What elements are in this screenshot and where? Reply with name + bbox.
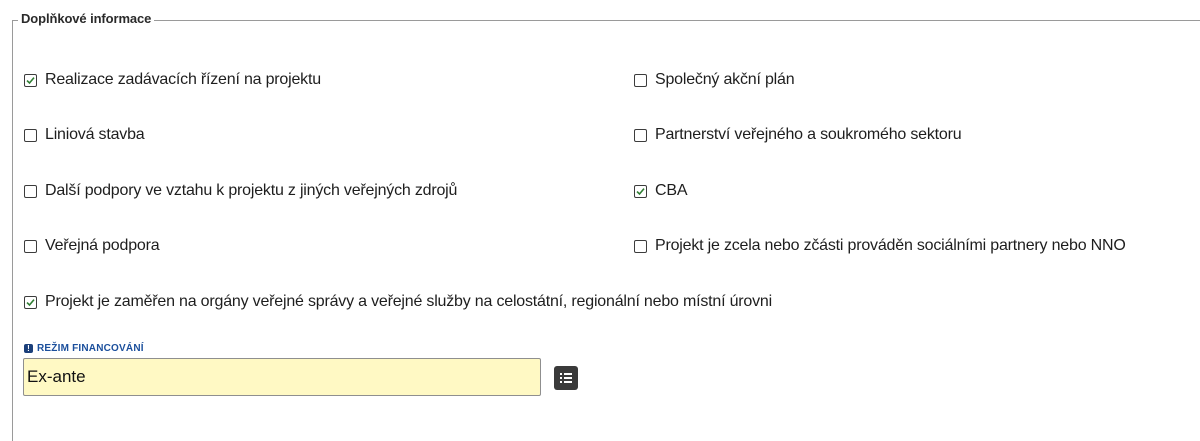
- checkbox-dalsi-podpory[interactable]: Další podpory ve vztahu k projektu z jin…: [24, 182, 457, 200]
- check-icon: [26, 76, 35, 84]
- checkbox-box[interactable]: [24, 128, 37, 142]
- checkbox-box[interactable]: [24, 295, 37, 309]
- checkbox-ppp[interactable]: Partnerství veřejného a soukromého sekto…: [634, 126, 962, 144]
- section-legend: Doplňkové informace: [18, 11, 155, 26]
- checkbox-box[interactable]: [24, 73, 37, 87]
- checkbox-label: Realizace zadávacích řízení na projektu: [45, 71, 321, 88]
- checkbox-label: Veřejná podpora: [45, 237, 160, 254]
- checkbox-box[interactable]: [634, 239, 647, 253]
- list-icon: [560, 373, 572, 383]
- checkbox-label: CBA: [655, 182, 688, 199]
- checkbox-verejna-podpora[interactable]: Veřejná podpora: [24, 237, 160, 255]
- checkbox-label: Společný akční plán: [655, 71, 795, 88]
- checkbox-label: Projekt je zaměřen na orgány veřejné spr…: [45, 293, 772, 310]
- checkbox-liniova-stavba[interactable]: Liniová stavba: [24, 126, 145, 144]
- checkbox-label: Projekt je zcela nebo zčásti prováděn so…: [655, 237, 1126, 254]
- check-icon: [26, 298, 35, 306]
- financing-mode-field[interactable]: Ex-ante: [23, 358, 541, 396]
- checkbox-box[interactable]: [634, 128, 647, 142]
- checkbox-label: Liniová stavba: [45, 126, 145, 143]
- financing-label: ! REŽIM FINANCOVÁNÍ: [24, 343, 144, 354]
- checkbox-cba[interactable]: CBA: [634, 182, 688, 200]
- checkbox-zadavaci-rizeni[interactable]: Realizace zadávacích řízení na projektu: [24, 71, 321, 89]
- checkbox-label: Další podpory ve vztahu k projektu z jin…: [45, 182, 458, 199]
- checkbox-label: Partnerství veřejného a soukromého sekto…: [655, 126, 962, 143]
- check-icon: [636, 187, 645, 195]
- exclamation-icon: !: [24, 344, 33, 353]
- financing-label-text: REŽIM FINANCOVÁNÍ: [37, 343, 144, 354]
- checkbox-socialni-partneri[interactable]: Projekt je zcela nebo zčásti prováděn so…: [634, 237, 1126, 255]
- list-picker-button[interactable]: [554, 366, 578, 390]
- checkbox-box[interactable]: [24, 239, 37, 253]
- checkbox-box[interactable]: [24, 184, 37, 198]
- checkbox-organy-verejne-spravy[interactable]: Projekt je zaměřen na orgány veřejné spr…: [24, 293, 772, 311]
- checkbox-spolecny-akcni-plan[interactable]: Společný akční plán: [634, 71, 795, 89]
- checkbox-box[interactable]: [634, 184, 647, 198]
- checkbox-box[interactable]: [634, 73, 647, 87]
